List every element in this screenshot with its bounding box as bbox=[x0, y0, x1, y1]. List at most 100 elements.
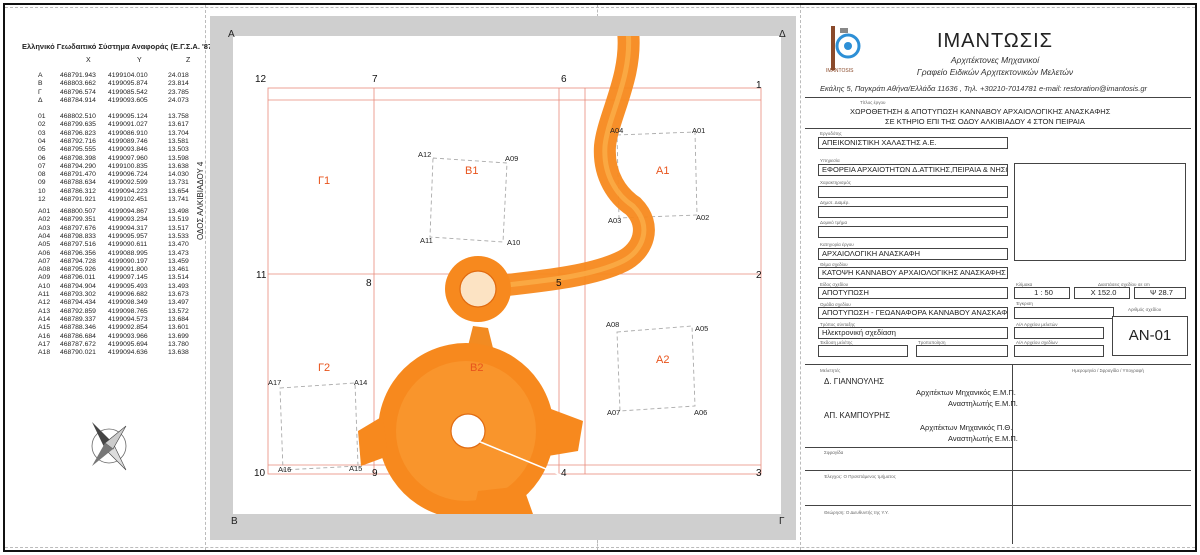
coord-z: 13.533 bbox=[168, 232, 189, 240]
point-label: A09 bbox=[505, 154, 519, 163]
service-field: ΕΦΟΡΕΙΑ ΑΡΧΑΙΟΤΗΤΩΝ Δ.ΑΤΤΙΚΗΣ,ΠΕΙΡΑΙΑ & … bbox=[818, 164, 1008, 176]
drawing-archive-field bbox=[1014, 345, 1104, 357]
point-id: A09 bbox=[38, 274, 51, 282]
coord-y: 4199094.317 bbox=[108, 224, 148, 232]
coord-y: 4199093.846 bbox=[108, 146, 148, 154]
coord-x: 468794.728 bbox=[60, 257, 96, 265]
table-row: A08 468795.926 4199091.800 13.461 bbox=[38, 266, 189, 274]
coord-y: 4199095.694 bbox=[108, 340, 148, 348]
coord-x: 468794.434 bbox=[60, 299, 96, 307]
point-id: A07 bbox=[38, 257, 51, 265]
column-header-x: X bbox=[86, 57, 91, 64]
point-label: A11 bbox=[420, 236, 433, 245]
coord-y: 4199095.874 bbox=[108, 80, 148, 88]
point-id: 12 bbox=[38, 196, 46, 203]
point-id: A01 bbox=[38, 208, 51, 215]
fold-line bbox=[5, 547, 1195, 548]
point-id: A10 bbox=[38, 282, 51, 290]
coord-y: 4199098.765 bbox=[108, 307, 148, 315]
column-header-y: Y bbox=[137, 57, 142, 64]
coord-z: 13.758 bbox=[168, 113, 189, 120]
table-row: Γ 468796.574 4199085.542 23.785 bbox=[38, 89, 189, 97]
study-archive-field bbox=[1014, 327, 1104, 339]
coord-y: 4199100.835 bbox=[108, 162, 148, 170]
coord-y: 4199095.124 bbox=[108, 113, 148, 120]
table-row: B 468803.662 4199095.874 23.814 bbox=[38, 80, 189, 88]
field-label: Σφραγίδα bbox=[824, 450, 844, 455]
coord-x: 468787.672 bbox=[60, 340, 96, 348]
coord-y: 4199092.599 bbox=[108, 179, 148, 187]
grid-label: 11 bbox=[256, 270, 267, 281]
table-row: A05 468797.516 4199090.611 13.470 bbox=[38, 241, 189, 249]
designer-role: Αναστηλωτής Ε.Μ.Π. bbox=[948, 399, 1018, 408]
point-id: A15 bbox=[38, 324, 51, 332]
table-row: A07 468794.728 4199090.197 13.459 bbox=[38, 258, 189, 266]
table-row: 09 468788.634 4199092.599 13.731 bbox=[38, 179, 189, 187]
coord-y: 4199093.966 bbox=[108, 332, 148, 340]
coord-y: 4199098.349 bbox=[108, 299, 148, 307]
field-label: Τίτλος έργου bbox=[860, 100, 886, 105]
coord-x: 468796.574 bbox=[60, 88, 96, 96]
coord-x: 468796.823 bbox=[60, 129, 96, 137]
point-id: 04 bbox=[38, 137, 46, 145]
coord-z: 13.514 bbox=[168, 274, 189, 282]
grid-label: 12 bbox=[255, 74, 267, 85]
revision-field bbox=[916, 345, 1008, 357]
coord-z: 13.470 bbox=[168, 241, 189, 249]
divider bbox=[805, 505, 1191, 506]
table-row: 02 468799.635 4199091.027 13.617 bbox=[38, 121, 189, 129]
point-label: A14 bbox=[354, 378, 368, 387]
point-id: A17 bbox=[38, 340, 51, 348]
coord-y: 4199090.197 bbox=[108, 257, 148, 265]
coord-y: 4199086.910 bbox=[108, 129, 148, 137]
coord-z: 23.814 bbox=[168, 80, 189, 88]
work-title-line-2: ΣΕ ΚΤΗΡΙΟ ΕΠΙ ΤΗΣ ΟΔΟΥ ΑΛΚΙΒΙΑΔΟΥ 4 ΣΤΟΝ… bbox=[885, 117, 1085, 126]
coord-z: 13.638 bbox=[168, 349, 189, 357]
table-row: A06 468796.356 4199088.995 13.473 bbox=[38, 250, 189, 258]
logo-text: IMANTOSIS bbox=[826, 68, 854, 74]
coord-z: 13.638 bbox=[168, 162, 189, 170]
table-row: A14 468789.337 4199094.573 13.684 bbox=[38, 316, 189, 324]
table-row: A 468791.943 4199104.010 24.018 bbox=[38, 72, 189, 80]
scale-field: 1 : 50 bbox=[1014, 287, 1070, 299]
table-row: A03 468797.676 4199094.317 13.517 bbox=[38, 225, 189, 233]
coord-x: 468798.398 bbox=[60, 154, 96, 162]
grid-label: 4 bbox=[561, 468, 567, 479]
coord-z: 13.699 bbox=[168, 332, 189, 340]
coord-z: 13.741 bbox=[168, 196, 189, 203]
coord-x: 468788.634 bbox=[60, 179, 96, 187]
drawing-group-field: ΑΠΟΤΥΠΩΣΗ - ΓΕΩΑΝΑΦΟΡΑ ΚΑΝΝΑΒΟΥ ΑΝΑΣΚΑΦΗ… bbox=[818, 307, 1008, 319]
firm-subtitle: Γραφείο Ειδικών Αρχιτεκτονικών Μελετών bbox=[916, 67, 1074, 77]
coord-x: 468803.662 bbox=[60, 80, 96, 88]
coord-y: 4199093.605 bbox=[108, 96, 148, 104]
designer-name: Δ. ΓΙΑΝΝΟΥΛΗΣ bbox=[824, 377, 885, 386]
coord-y: 4199088.995 bbox=[108, 249, 148, 257]
table-row: 03 468796.823 4199086.910 13.704 bbox=[38, 130, 189, 138]
coord-x: 468786.684 bbox=[60, 332, 96, 340]
point-label: A07 bbox=[607, 408, 621, 417]
coord-x: 468791.921 bbox=[60, 196, 96, 203]
coord-z: 13.572 bbox=[168, 307, 189, 315]
point-id: Γ bbox=[38, 88, 42, 96]
coord-y: 4199092.854 bbox=[108, 324, 148, 332]
zone-label: Α1 bbox=[656, 165, 670, 177]
table-row: 05 468795.555 4199093.846 13.503 bbox=[38, 146, 189, 154]
coord-y: 4199094.636 bbox=[108, 349, 148, 357]
zone-label: Γ2 bbox=[318, 362, 331, 374]
drawing-title-field: ΚΑΤΟΨΗ ΚΑΝΝΑΒΟΥ ΑΡΧΑΙΟΛΟΓΙΚΗΣ ΑΝΑΣΚΑΦΗΣ bbox=[818, 267, 1008, 279]
coord-x: 468796.011 bbox=[60, 274, 96, 282]
coord-x: 468800.507 bbox=[60, 208, 96, 215]
field-label: Κατηγορία έργου bbox=[820, 242, 854, 247]
point-label: A05 bbox=[695, 324, 709, 333]
table-row: A10 468794.904 4199095.493 13.493 bbox=[38, 283, 189, 291]
point-id: 08 bbox=[38, 171, 46, 179]
stamp-box bbox=[1014, 163, 1186, 261]
field-label: Έλεγχος: Ο Προϊστάμενος τμήματος bbox=[824, 474, 896, 479]
location-field bbox=[818, 186, 1008, 198]
fold-line bbox=[5, 7, 1195, 8]
point-id: A02 bbox=[38, 216, 51, 224]
coord-x: 468793.302 bbox=[60, 291, 96, 298]
firm-subtitle: Αρχιτέκτονες Μηχανικοί bbox=[950, 55, 1040, 65]
grid-label: 9 bbox=[372, 468, 378, 479]
zone-label: Β2 bbox=[470, 362, 484, 374]
